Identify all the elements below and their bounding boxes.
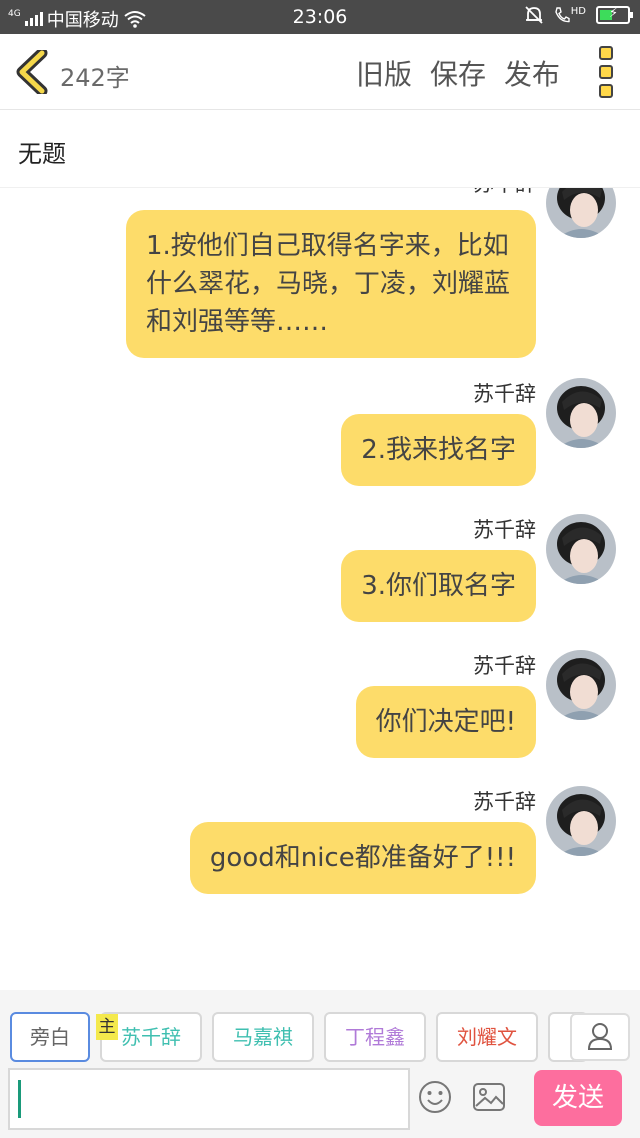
- battery-level-fill: ⚡: [600, 6, 618, 21]
- chat-area[interactable]: 苏千辞 1.按他们自己取得名字来，比如什么翠花，马晓，丁凌，刘耀蓝和刘强等等………: [0, 188, 640, 988]
- message-bubble[interactable]: 2.我来找名字: [341, 414, 536, 486]
- character-chip-narrator[interactable]: 旁白: [10, 1012, 90, 1062]
- message-sender: 苏千辞: [473, 790, 536, 814]
- message-bubble[interactable]: 你们决定吧!: [355, 686, 536, 758]
- hd-label: HD: [570, 6, 586, 17]
- avatar[interactable]: [546, 786, 616, 856]
- send-button[interactable]: 发送: [534, 1070, 622, 1126]
- message-sender: 苏千辞: [473, 654, 536, 678]
- old-version-button[interactable]: 旧版: [356, 53, 412, 93]
- avatar[interactable]: [546, 188, 616, 238]
- character-chip[interactable]: 刘耀文: [436, 1012, 538, 1062]
- message-sender: 苏千辞: [473, 382, 536, 406]
- message-sender: 苏千辞: [473, 188, 536, 198]
- avatar[interactable]: [546, 514, 616, 584]
- publish-button[interactable]: 发布: [504, 53, 560, 93]
- character-chip[interactable]: 丁程鑫: [324, 1012, 426, 1062]
- status-bar: 4G 中国移动 23:06 HD ⚡: [0, 0, 640, 34]
- character-chip[interactable]: 马嘉祺: [212, 1012, 314, 1062]
- hd-call-icon: HD: [554, 6, 586, 24]
- more-vertical-icon[interactable]: [596, 46, 616, 98]
- document-title[interactable]: 无题: [18, 134, 66, 169]
- message-input[interactable]: [8, 1068, 410, 1130]
- chevron-left-icon: [16, 47, 48, 97]
- person-icon: [587, 1023, 613, 1050]
- message-bubble[interactable]: 1.按他们自己取得名字来，比如什么翠花，马晓，丁凌，刘耀蓝和刘强等等……: [126, 210, 536, 358]
- mute-icon: [525, 6, 543, 24]
- message-bubble[interactable]: 3.你们取名字: [341, 550, 536, 622]
- image-icon: [473, 1083, 505, 1111]
- composer-bar: 发送: [0, 1064, 640, 1138]
- toolbar-actions: 旧版 保存 发布: [356, 53, 560, 93]
- emoji-icon: [419, 1081, 451, 1113]
- message-bubble[interactable]: good和nice都准备好了!!!: [189, 822, 536, 894]
- save-button[interactable]: 保存: [430, 53, 486, 93]
- back-button[interactable]: [14, 47, 54, 97]
- emoji-button[interactable]: [418, 1080, 452, 1114]
- text-cursor: [18, 1080, 21, 1118]
- battery-icon: ⚡: [596, 6, 633, 24]
- word-count: 242字: [60, 64, 130, 92]
- add-character-button[interactable]: [570, 1013, 630, 1061]
- image-button[interactable]: [472, 1082, 506, 1112]
- main-character-tag: 主: [96, 1014, 118, 1040]
- title-row[interactable]: 无题: [0, 110, 640, 188]
- status-right: HD ⚡: [524, 5, 633, 25]
- message-sender: 苏千辞: [473, 518, 536, 542]
- editor-toolbar: 242字 旧版 保存 发布: [0, 34, 640, 110]
- avatar[interactable]: [546, 650, 616, 720]
- avatar[interactable]: [546, 378, 616, 448]
